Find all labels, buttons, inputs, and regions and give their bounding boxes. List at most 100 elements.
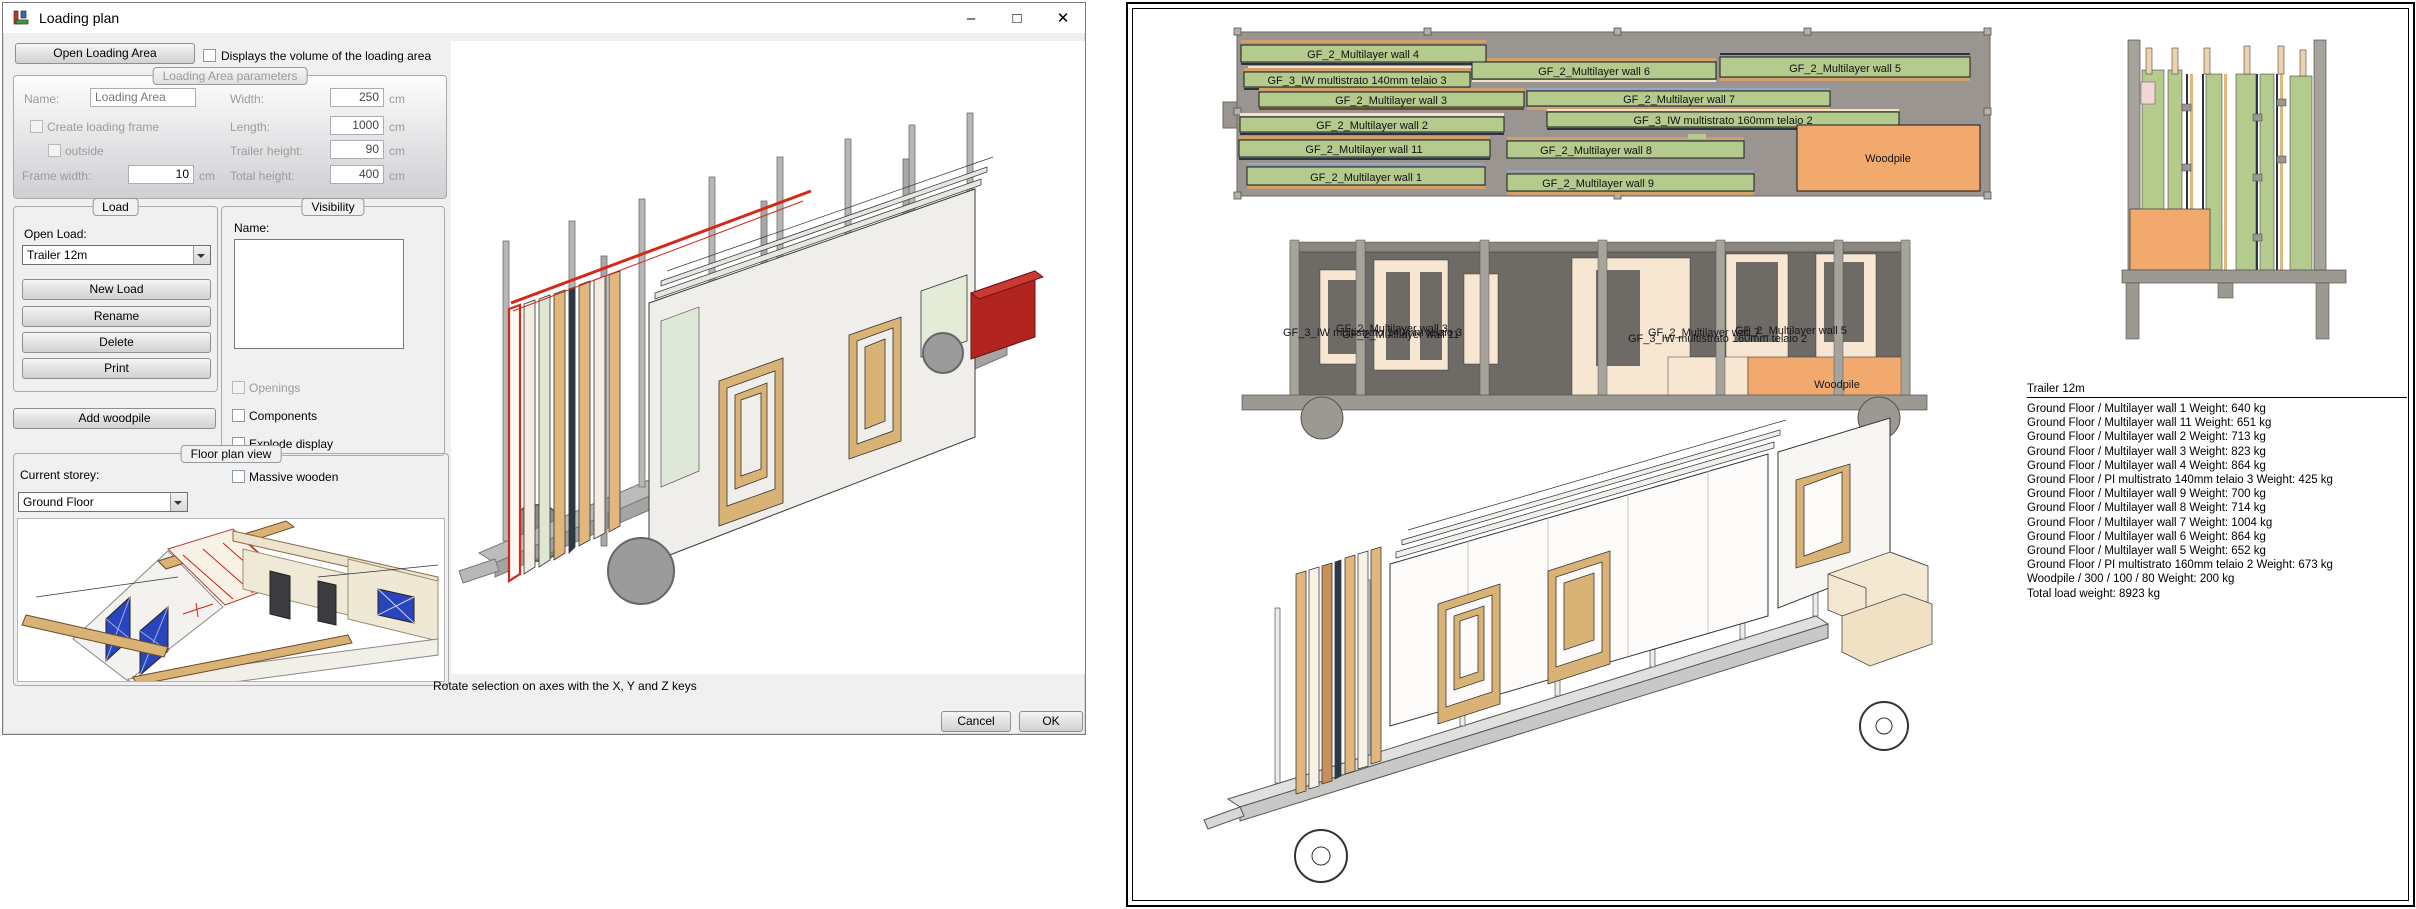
- displays-volume-label: Displays the volume of the loading area: [221, 49, 431, 63]
- svg-text:GF_2_Multilayer wall 11: GF_2_Multilayer wall 11: [1342, 329, 1459, 341]
- floor-plan-view-title: Floor plan view: [181, 445, 282, 463]
- current-storey-combobox[interactable]: Ground Floor: [18, 492, 188, 512]
- name-field: Loading Area: [90, 88, 196, 107]
- combo-arrow-icon[interactable]: [193, 246, 210, 264]
- svg-text:GF_2_Multilayer wall 9: GF_2_Multilayer wall 9: [1542, 178, 1654, 190]
- svg-text:GF_3_IW multistrato 140mm tela: GF_3_IW multistrato 140mm telaio 3: [1267, 75, 1446, 87]
- trailer-height-field: 90: [330, 140, 384, 159]
- delete-button[interactable]: Delete: [22, 332, 211, 353]
- weight-line: Ground Floor / Multilayer wall 8 Weight:…: [2027, 501, 2407, 515]
- length-field: 1000: [330, 116, 384, 135]
- displays-volume-checkbox[interactable]: [203, 49, 216, 62]
- close-icon[interactable]: ✕: [1041, 3, 1085, 34]
- length-label: Length:: [230, 120, 270, 134]
- svg-text:GF_2_Multilayer wall 7: GF_2_Multilayer wall 7: [1623, 94, 1735, 106]
- loading-plan-dialog: Loading plan – □ ✕ Open Loading Area Dis…: [2, 2, 1086, 735]
- weight-line: Ground Floor / Multilayer wall 5 Weight:…: [2027, 544, 2407, 558]
- name-label: Name:: [24, 92, 59, 106]
- svg-text:GF_2_Multilayer wall 5: GF_2_Multilayer wall 5: [1789, 63, 1901, 75]
- svg-text:GF_3_IW multistrato 160mm tela: GF_3_IW multistrato 160mm telaio 2: [1633, 115, 1812, 127]
- drawing-sheet: GF_2_Multilayer wall 4 GF_3_IW multistra…: [1126, 2, 2415, 907]
- outside-label: outside: [65, 144, 104, 158]
- weight-list-title: Trailer 12m: [2027, 383, 2407, 398]
- current-storey-value: Ground Floor: [23, 495, 94, 509]
- maximize-icon[interactable]: □: [995, 3, 1039, 34]
- app-icon: [12, 9, 31, 28]
- elevation-view: GF_3_IW multistrato 140mm telaio 3 GF_2_…: [1242, 240, 1927, 439]
- iso-window-3: [1796, 464, 1850, 568]
- total-height-unit: cm: [389, 169, 405, 183]
- current-storey-label: Current storey:: [20, 468, 99, 482]
- panel-window-1: [719, 358, 783, 526]
- elevation-woodpile-block: [1748, 357, 1908, 398]
- weight-line: Ground Floor / PI multistrato 140mm tela…: [2027, 473, 2407, 487]
- iso-window-1: [1438, 584, 1500, 724]
- floor-plan-drawing: [18, 519, 444, 681]
- svg-text:GF_2_Multilayer wall 8: GF_2_Multilayer wall 8: [1540, 145, 1652, 157]
- open-load-value: Trailer 12m: [27, 248, 87, 262]
- create-loading-frame-label: Create loading frame: [47, 120, 159, 134]
- total-height-field: 400: [330, 165, 384, 184]
- add-woodpile-button[interactable]: Add woodpile: [13, 408, 216, 429]
- visibility-listbox[interactable]: [234, 239, 404, 349]
- weight-list: Trailer 12m Ground Floor / Multilayer wa…: [2027, 383, 2407, 601]
- iso-woodpile: [1828, 552, 1932, 666]
- svg-text:Woodpile: Woodpile: [1814, 379, 1860, 391]
- end-view: [2122, 40, 2346, 339]
- loading-area-parameters-title: Loading Area parameters: [153, 67, 308, 85]
- minimize-icon[interactable]: –: [949, 3, 993, 34]
- weight-line: Ground Floor / Multilayer wall 7 Weight:…: [2027, 516, 2407, 530]
- open-loading-area-button[interactable]: Open Loading Area: [15, 43, 195, 64]
- svg-text:Woodpile: Woodpile: [1865, 153, 1911, 165]
- visibility-name-label: Name:: [234, 221, 269, 235]
- combo-arrow-icon[interactable]: [170, 493, 187, 511]
- weight-line: Ground Floor / Multilayer wall 4 Weight:…: [2027, 459, 2407, 473]
- svg-text:GF_2_Multilayer wall 3: GF_2_Multilayer wall 3: [1335, 95, 1447, 107]
- outside-checkbox: [48, 144, 61, 157]
- open-load-combobox[interactable]: Trailer 12m: [22, 245, 211, 265]
- frame-width-unit: cm: [199, 169, 215, 183]
- floor-plan-view-group: Floor plan view Current storey: Massive …: [13, 453, 449, 686]
- trailer-3d-drawing: [451, 41, 1085, 674]
- weight-line: Ground Floor / Multilayer wall 9 Weight:…: [2027, 487, 2407, 501]
- massive-wooden-checkbox[interactable]: [232, 470, 245, 483]
- trailer-height-label: Trailer height:: [230, 144, 303, 158]
- openings-checkbox: [232, 381, 245, 394]
- weight-line-total: Total load weight: 8923 kg: [2027, 587, 2407, 601]
- svg-text:GF_2_Multilayer wall 6: GF_2_Multilayer wall 6: [1538, 66, 1650, 78]
- load-group-title: Load: [92, 198, 139, 216]
- dialog-titlebar[interactable]: Loading plan – □ ✕: [3, 3, 1085, 34]
- width-label: Width:: [230, 92, 264, 106]
- components-checkbox[interactable]: [232, 409, 245, 422]
- weight-line: Ground Floor / Multilayer wall 11 Weight…: [2027, 416, 2407, 430]
- status-hint-text: Rotate selection on axes with the X, Y a…: [433, 679, 697, 693]
- weight-line: Woodpile / 300 / 100 / 80 Weight: 200 kg: [2027, 572, 2407, 586]
- print-button[interactable]: Print: [22, 358, 211, 379]
- svg-text:GF_2_Multilayer wall 11: GF_2_Multilayer wall 11: [1305, 144, 1422, 156]
- width-field: 250: [330, 88, 384, 107]
- plan-view: GF_2_Multilayer wall 4 GF_3_IW multistra…: [1223, 28, 1991, 199]
- trailer-height-unit: cm: [389, 144, 405, 158]
- openings-label: Openings: [249, 381, 300, 395]
- weight-line: Ground Floor / Multilayer wall 1 Weight:…: [2027, 402, 2407, 416]
- components-label: Components: [249, 409, 317, 423]
- frame-width-field: 10: [128, 165, 194, 184]
- dialog-title: Loading plan: [39, 10, 119, 26]
- svg-text:GF_2_Multilayer wall 4: GF_2_Multilayer wall 4: [1307, 49, 1419, 61]
- rename-button[interactable]: Rename: [22, 306, 211, 327]
- cancel-button[interactable]: Cancel: [941, 711, 1011, 732]
- trailer-3d-view[interactable]: [451, 41, 1085, 674]
- open-load-label: Open Load:: [24, 227, 87, 241]
- weight-line: Ground Floor / Multilayer wall 3 Weight:…: [2027, 445, 2407, 459]
- visibility-group: Visibility Name: Openings Components Exp…: [221, 206, 445, 456]
- total-height-label: Total height:: [230, 169, 295, 183]
- iso-panel-stack: [1296, 547, 1381, 794]
- svg-text:GF_2_Multilayer wall 1: GF_2_Multilayer wall 1: [1310, 172, 1422, 184]
- floor-plan-thumbnail: [17, 518, 445, 682]
- panel-window-2: [849, 317, 901, 459]
- red-woodpile-block: [971, 271, 1043, 359]
- length-unit: cm: [389, 120, 405, 134]
- width-unit: cm: [389, 92, 405, 106]
- new-load-button[interactable]: New Load: [22, 279, 211, 300]
- ok-button[interactable]: OK: [1019, 711, 1083, 732]
